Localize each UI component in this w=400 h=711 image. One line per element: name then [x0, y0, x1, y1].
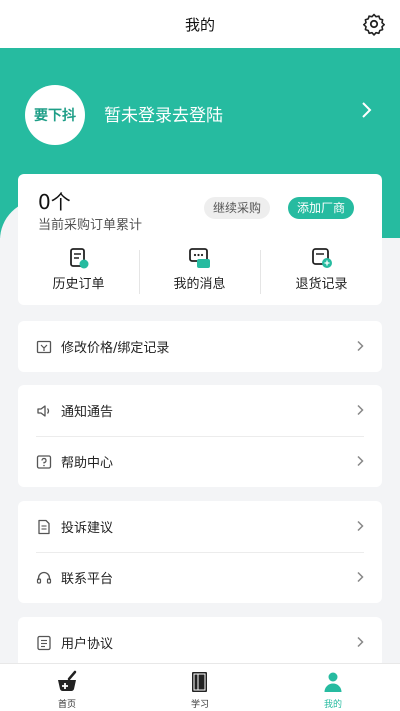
- book-icon: [192, 672, 207, 692]
- menu-label: 用户协议: [61, 637, 114, 652]
- menu-label: 联系平台: [61, 572, 114, 587]
- quick-label-order-history: 历史订单: [52, 277, 105, 292]
- chevron-right-icon: [357, 636, 364, 648]
- quick-order-history[interactable]: 历史订单: [18, 248, 139, 296]
- chevron-right-icon[interactable]: [360, 100, 374, 120]
- menu-item-notice[interactable]: 通知通告: [18, 385, 382, 436]
- chevron-right-icon: [357, 520, 364, 532]
- top-bar: 我的: [0, 0, 400, 48]
- order-history-icon: [69, 248, 88, 269]
- help-icon: [36, 454, 52, 469]
- menu-item-complaint[interactable]: 投诉建议: [18, 501, 382, 552]
- menu-item-price-binding[interactable]: 修改价格/绑定记录: [18, 321, 382, 372]
- speaker-icon: [37, 404, 50, 417]
- gear-icon[interactable]: [362, 12, 386, 36]
- agreement-icon: [37, 635, 51, 650]
- add-vendor-button[interactable]: 添加厂商: [288, 197, 355, 219]
- menu-item-contact[interactable]: 联系平台: [18, 552, 382, 603]
- page-title: 我的: [184, 16, 215, 34]
- chevron-right-icon: [357, 404, 364, 416]
- menu-card-price: 修改价格/绑定记录: [18, 321, 382, 372]
- logo-text: 要下抖: [34, 108, 76, 124]
- tab-mine[interactable]: 我的: [303, 670, 363, 710]
- quick-return-records[interactable]: 退货记录: [261, 248, 382, 296]
- message-icon: [188, 248, 210, 268]
- chevron-right-icon: [357, 340, 364, 352]
- continue-purchase-button[interactable]: 继续采购: [204, 197, 271, 219]
- document-icon: [38, 519, 50, 534]
- tab-label-learn: 学习: [190, 700, 209, 710]
- return-record-icon: [311, 248, 332, 268]
- menu-label: 通知通告: [61, 405, 114, 420]
- chevron-right-icon: [357, 455, 364, 467]
- order-count-label: 当前采购订单累计: [38, 218, 143, 233]
- quick-label-messages: 我的消息: [173, 277, 226, 292]
- order-count: 0个: [38, 190, 71, 214]
- tab-label-mine: 我的: [323, 700, 342, 710]
- menu-label: 修改价格/绑定记录: [61, 341, 170, 356]
- menu-card-notice: 通知通告 帮助中心: [18, 385, 382, 487]
- menu-label: 投诉建议: [61, 521, 114, 536]
- mortar-pestle-icon: [58, 670, 77, 692]
- quick-label-return-records: 退货记录: [295, 277, 348, 292]
- price-tag-icon: [36, 340, 52, 353]
- chevron-right-icon: [357, 571, 364, 583]
- user-icon: [324, 672, 342, 692]
- quick-messages[interactable]: 我的消息: [139, 248, 260, 296]
- tab-home[interactable]: 首页: [37, 670, 97, 710]
- bottom-tab-bar: 首页 学习 我的: [0, 663, 400, 711]
- menu-item-agreement[interactable]: 用户协议: [18, 617, 382, 668]
- tab-learn[interactable]: 学习: [170, 670, 230, 710]
- headset-icon: [36, 571, 52, 584]
- tab-label-home: 首页: [57, 700, 76, 710]
- menu-card-agreement: 用户协议: [18, 617, 382, 668]
- login-prompt[interactable]: 暂未登录去登陆: [104, 101, 223, 126]
- avatar: 要下抖: [25, 85, 85, 145]
- menu-label: 帮助中心: [61, 456, 114, 471]
- order-stats-card: 0个 当前采购订单累计 继续采购 添加厂商 历史订单 我的消息 退货记录: [18, 174, 382, 305]
- menu-card-feedback: 投诉建议 联系平台: [18, 501, 382, 603]
- menu-item-help[interactable]: 帮助中心: [18, 436, 382, 487]
